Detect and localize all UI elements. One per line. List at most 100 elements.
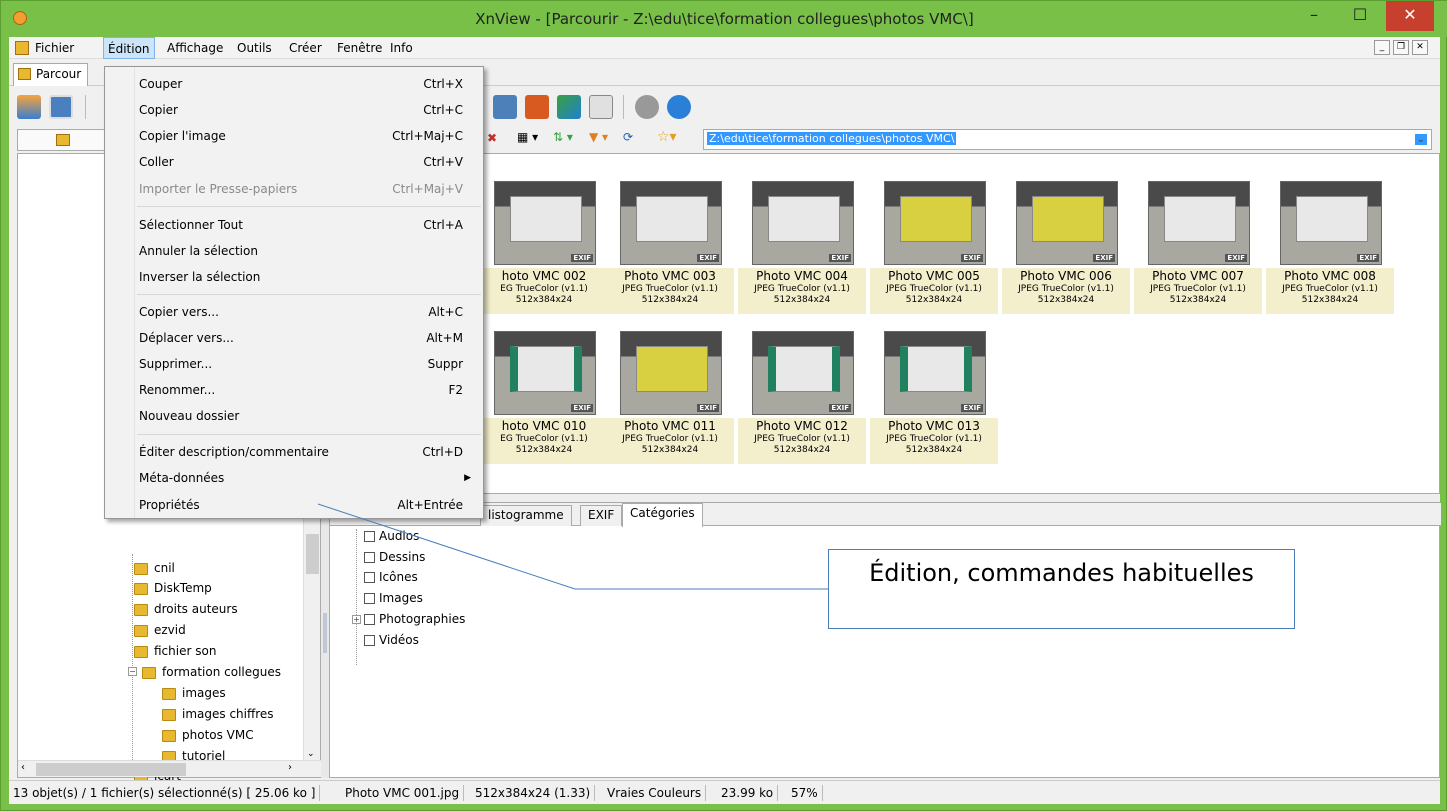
menu-item-nouveau-dossier[interactable]: Nouveau dossier [139, 405, 481, 427]
scroll-thumb[interactable] [36, 763, 186, 776]
thumbnail-dims: 512x384x24 [773, 445, 831, 455]
category-checkbox[interactable] [364, 572, 375, 583]
thumbnail-grid[interactable]: EXIF hoto VMC 002 EG TrueColor (v1.1) 512x3… [329, 153, 1440, 494]
menu-fenetre[interactable]: Fenêtre [333, 37, 386, 59]
category-checkbox[interactable] [364, 593, 375, 604]
thumbnail-item[interactable]: EXIF Photo VMC 011 JPEG TrueColor (v1.1) 51… [606, 328, 734, 472]
category-item[interactable]: Images [364, 589, 423, 607]
tree-item[interactable]: images chiffres [162, 704, 274, 724]
mdi-close-icon[interactable]: ✕ [1412, 40, 1428, 55]
tab-parcourir[interactable]: Parcour [13, 63, 89, 86]
thumbnail-item[interactable]: EXIF Photo VMC 006 JPEG TrueColor (v1.1) 51… [1002, 178, 1130, 322]
fullscreen-icon[interactable] [49, 95, 73, 119]
category-checkbox[interactable] [364, 635, 375, 646]
scroll-thumb[interactable] [306, 534, 319, 574]
thumbnail-item[interactable]: EXIF Photo VMC 007 JPEG TrueColor (v1.1) 51… [1134, 178, 1262, 322]
tab-histogramme[interactable]: listogramme [480, 505, 572, 526]
menu-item-meta-donnees[interactable]: Méta-données ▶ [139, 467, 481, 489]
menu-item-copier[interactable]: Copier Ctrl+C [139, 99, 481, 121]
exif-badge: EXIF [1357, 254, 1379, 262]
thumbnail-item[interactable]: EXIF hoto VMC 010 EG TrueColor (v1.1) 512x3… [480, 328, 608, 472]
thumbnail-item[interactable]: EXIF Photo VMC 003 JPEG TrueColor (v1.1) 51… [606, 178, 734, 322]
tree-item[interactable]: images [162, 683, 226, 703]
refresh-icon[interactable]: ⟳ [623, 130, 633, 144]
tree-item[interactable]: fichier son [134, 641, 216, 661]
tree-expander-icon[interactable]: + [352, 615, 361, 624]
category-checkbox[interactable] [364, 552, 375, 563]
menu-item-selectionner-tout[interactable]: Sélectionner Tout Ctrl+A [139, 214, 481, 236]
info-icon[interactable] [667, 95, 691, 119]
menu-item-copier-image[interactable]: Copier l'image Ctrl+Maj+C [139, 125, 481, 147]
favorites-star-icon[interactable]: ☆▾ [657, 129, 677, 145]
tab-exif[interactable]: EXIF [580, 505, 623, 526]
tree-expander-icon[interactable]: − [128, 667, 137, 676]
thumbnail-dims: 512x384x24 [1169, 295, 1227, 305]
tree-item[interactable]: formation collegues [142, 662, 281, 682]
menu-item-supprimer[interactable]: Supprimer... Suppr [139, 353, 481, 375]
menu-item-inverser-selection[interactable]: Inverser la sélection [139, 266, 481, 288]
menu-info[interactable]: Info [386, 37, 417, 59]
menu-affichage[interactable]: Affichage [163, 37, 227, 59]
category-item[interactable]: Vidéos [364, 631, 419, 649]
tab-categories[interactable]: Catégories [622, 503, 703, 527]
menu-item-importer-presse-papiers: Importer le Presse-papiers Ctrl+Maj+V [139, 178, 481, 200]
scroll-right-icon[interactable]: › [288, 762, 292, 773]
filter-icon[interactable]: ▼ ▾ [589, 130, 608, 144]
tree-item[interactable]: DiskTemp [134, 578, 212, 598]
category-item[interactable]: Photographies [364, 610, 465, 628]
splitter-grip[interactable] [323, 613, 327, 653]
view-mode-icon[interactable]: ▦ ▾ [517, 130, 538, 144]
slideshow-icon[interactable] [525, 95, 549, 119]
menu-item-editer-description[interactable]: Éditer description/commentaire Ctrl+D [139, 441, 481, 463]
scroll-down-icon[interactable]: ⌄ [307, 749, 315, 759]
horizontal-splitter[interactable] [329, 494, 1440, 502]
menu-item-proprietes[interactable]: Propriétés Alt+Entrée [139, 494, 481, 516]
minimize-button[interactable]: – [1291, 1, 1337, 31]
category-item[interactable]: Audios [364, 527, 419, 545]
tree-horizontal-scrollbar[interactable]: ‹ › [18, 760, 322, 777]
thumbnail-item[interactable]: EXIF hoto VMC 002 EG TrueColor (v1.1) 512x3… [480, 178, 608, 322]
menu-item-annuler-selection[interactable]: Annuler la sélection [139, 240, 481, 262]
menu-item-deplacer-vers[interactable]: Déplacer vers... Alt+M [139, 327, 481, 349]
menu-item-coller[interactable]: Coller Ctrl+V [139, 151, 481, 173]
menu-edition[interactable]: Édition [103, 37, 155, 59]
thumbnail-item[interactable]: EXIF Photo VMC 004 JPEG TrueColor (v1.1) 51… [738, 178, 866, 322]
address-value[interactable]: Z:\edu\tice\formation collegues\photos V… [707, 132, 957, 145]
mdi-minimize-icon[interactable]: _ [1374, 40, 1390, 55]
category-checkbox[interactable] [364, 614, 375, 625]
contact-sheet-icon[interactable] [589, 95, 613, 119]
capture-icon[interactable] [493, 95, 517, 119]
settings-gear-icon[interactable] [635, 95, 659, 119]
title-bar[interactable]: XnView - [Parcourir - Z:\edu\tice\format… [1, 1, 1447, 37]
scroll-left-icon[interactable]: ‹ [21, 762, 25, 773]
delete-icon[interactable]: ✖ [487, 131, 497, 145]
tree-item[interactable]: cnil [134, 558, 175, 578]
close-button[interactable]: ✕ [1386, 1, 1434, 31]
web-icon[interactable] [557, 95, 581, 119]
thumbnail-item[interactable]: EXIF Photo VMC 012 JPEG TrueColor (v1.1) 51… [738, 328, 866, 472]
menu-item-couper[interactable]: Couper Ctrl+X [139, 73, 481, 95]
open-icon[interactable] [17, 95, 41, 119]
menu-outils[interactable]: Outils [233, 37, 276, 59]
thumbnail-item[interactable]: EXIF Photo VMC 008 JPEG TrueColor (v1.1) 51… [1266, 178, 1394, 322]
tree-toggle-button[interactable] [17, 129, 111, 151]
chevron-down-icon[interactable]: ⌄ [1414, 134, 1427, 145]
category-item[interactable]: Dessins [364, 548, 425, 566]
tree-item-selected[interactable]: photos VMC [162, 725, 254, 745]
tree-item-label: droits auteurs [154, 602, 238, 616]
menu-fichier[interactable]: Fichier [31, 37, 78, 59]
menu-item-renommer[interactable]: Renommer... F2 [139, 379, 481, 401]
category-checkbox[interactable] [364, 531, 375, 542]
thumbnail-item[interactable]: EXIF Photo VMC 013 JPEG TrueColor (v1.1) 51… [870, 328, 998, 472]
sort-icon[interactable]: ⇅ ▾ [553, 130, 573, 144]
tree-item[interactable]: ezvid [134, 620, 186, 640]
menu-creer[interactable]: Créer [285, 37, 326, 59]
category-item[interactable]: Icônes [364, 568, 418, 586]
mdi-restore-icon[interactable]: ❐ [1393, 40, 1409, 55]
maximize-button[interactable]: ☐ [1337, 1, 1383, 31]
thumbnail-item[interactable]: EXIF Photo VMC 005 JPEG TrueColor (v1.1) 51… [870, 178, 998, 322]
tree-item[interactable]: droits auteurs [134, 599, 238, 619]
category-label: Audios [379, 529, 420, 543]
menu-item-copier-vers[interactable]: Copier vers... Alt+C [139, 301, 481, 323]
address-bar[interactable]: Z:\edu\tice\formation collegues\photos V… [703, 129, 1432, 150]
